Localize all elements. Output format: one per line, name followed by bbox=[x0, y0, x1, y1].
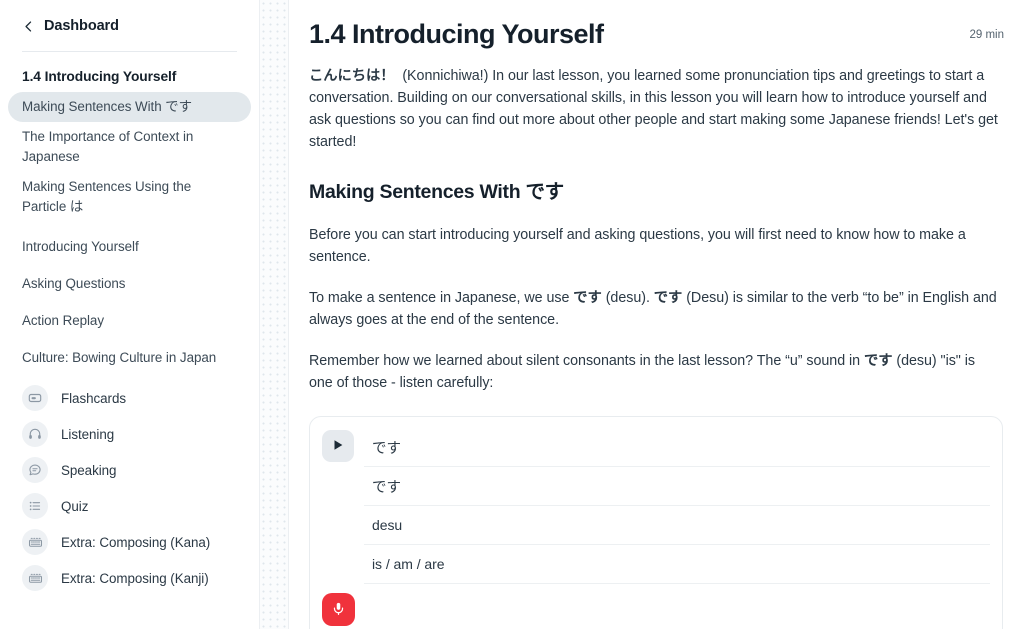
paragraph-2-japanese-1: です bbox=[573, 290, 602, 306]
sidebar-item-composing-kana[interactable]: Extra: Composing (Kana) bbox=[8, 524, 251, 560]
list-icon bbox=[22, 493, 48, 519]
sidebar-item-label: Flashcards bbox=[61, 390, 126, 406]
play-audio-button[interactable] bbox=[322, 430, 354, 462]
sidebar-item-flashcards[interactable]: Flashcards bbox=[8, 380, 251, 416]
back-label: Dashboard bbox=[44, 18, 119, 34]
audio-row-japanese-primary: です bbox=[364, 428, 990, 467]
sidebar-item-label: Speaking bbox=[61, 462, 117, 478]
audio-card-rows: です です desu is / am / are bbox=[364, 428, 990, 628]
microphone-icon bbox=[331, 601, 346, 619]
section-heading: Making Sentences With です bbox=[309, 179, 1004, 205]
paragraph-2-japanese-2: です bbox=[653, 290, 683, 306]
paragraph-3-japanese: です bbox=[863, 353, 893, 369]
section-heading-text: Making Sentences With bbox=[309, 181, 526, 203]
section-heading-japanese: です bbox=[525, 181, 564, 203]
keyboard-icon bbox=[22, 529, 48, 555]
sidebar-item-label: Quiz bbox=[61, 498, 89, 514]
intro-paragraph-text: (Konnichiwa!) In our last lesson, you le… bbox=[309, 68, 998, 150]
page-title: 1.4 Introducing Yourself bbox=[309, 19, 604, 49]
nav-gap bbox=[8, 299, 251, 306]
audio-example-card: です です desu is / am / are bbox=[309, 416, 1003, 629]
audio-row-romaji: desu bbox=[364, 506, 990, 545]
paragraph-2-part-b: (desu). bbox=[601, 290, 654, 306]
sidebar: Dashboard 1.4 Introducing Yourself Makin… bbox=[0, 0, 259, 629]
sidebar-item-label: Listening bbox=[61, 426, 115, 442]
sidebar-item-introducing-yourself[interactable]: Introducing Yourself bbox=[8, 232, 251, 262]
lesson-duration: 29 min bbox=[969, 29, 1004, 41]
record-audio-button[interactable] bbox=[322, 593, 355, 626]
paragraph-2: To make a sentence in Japanese, we use で… bbox=[309, 287, 999, 331]
audio-card-controls bbox=[322, 428, 364, 628]
sidebar-item-composing-kanji[interactable]: Extra: Composing (Kanji) bbox=[8, 560, 251, 596]
speech-bubble-icon bbox=[22, 457, 48, 483]
sidebar-item-action-replay[interactable]: Action Replay bbox=[8, 306, 251, 336]
back-to-dashboard-link[interactable]: Dashboard bbox=[0, 0, 259, 41]
intro-paragraph: こんにちは！ (Konnichiwa!) In our last lesson,… bbox=[309, 65, 999, 153]
paragraph-1: Before you can start introducing yoursel… bbox=[309, 227, 966, 265]
sidebar-item-making-sentences-desu[interactable]: Making Sentences With です bbox=[8, 92, 251, 122]
sidebar-item-quiz[interactable]: Quiz bbox=[8, 488, 251, 524]
nav-gap bbox=[8, 222, 251, 232]
paragraph-2-part-a: To make a sentence in Japanese, we use bbox=[309, 290, 574, 306]
sidebar-item-label: Extra: Composing (Kanji) bbox=[61, 570, 209, 586]
audio-row-translation: is / am / are bbox=[364, 545, 990, 584]
sidebar-item-listening[interactable]: Listening bbox=[8, 416, 251, 452]
nav-gap bbox=[8, 262, 251, 269]
lesson-page: Dashboard 1.4 Introducing Yourself Makin… bbox=[0, 0, 1024, 629]
audio-row-japanese-reading: です bbox=[364, 467, 990, 506]
play-icon bbox=[331, 438, 345, 455]
chevron-left-icon bbox=[22, 20, 35, 33]
flashcard-icon bbox=[22, 385, 48, 411]
nav-gap bbox=[8, 373, 251, 380]
sidebar-item-label: Extra: Composing (Kana) bbox=[61, 534, 211, 550]
sidebar-item-asking-questions[interactable]: Asking Questions bbox=[8, 269, 251, 299]
sidebar-nav: Making Sentences With です The Importance … bbox=[0, 84, 259, 596]
sidebar-item-particle-wa[interactable]: Making Sentences Using the Particle は bbox=[8, 172, 251, 222]
nav-gap bbox=[8, 336, 251, 343]
audio-row-spacer bbox=[364, 584, 990, 628]
headphones-icon bbox=[22, 421, 48, 447]
paragraph-3: Remember how we learned about silent con… bbox=[309, 350, 999, 394]
sidebar-item-importance-of-context[interactable]: The Importance of Context in Japanese bbox=[8, 122, 251, 172]
sidebar-item-speaking[interactable]: Speaking bbox=[8, 452, 251, 488]
panel-gutter bbox=[259, 0, 289, 629]
sidebar-item-culture-bowing[interactable]: Culture: Bowing Culture in Japan bbox=[8, 343, 251, 373]
keyboard-icon bbox=[22, 565, 48, 591]
lesson-content: 1.4 Introducing Yourself 29 min こんにちは！ (… bbox=[289, 0, 1024, 629]
intro-japanese-greeting: こんにちは！ bbox=[309, 68, 395, 84]
paragraph-3-part-a: Remember how we learned about silent con… bbox=[309, 353, 864, 369]
content-header: 1.4 Introducing Yourself 29 min bbox=[309, 16, 1004, 52]
sidebar-lesson-title: 1.4 Introducing Yourself bbox=[22, 69, 177, 84]
